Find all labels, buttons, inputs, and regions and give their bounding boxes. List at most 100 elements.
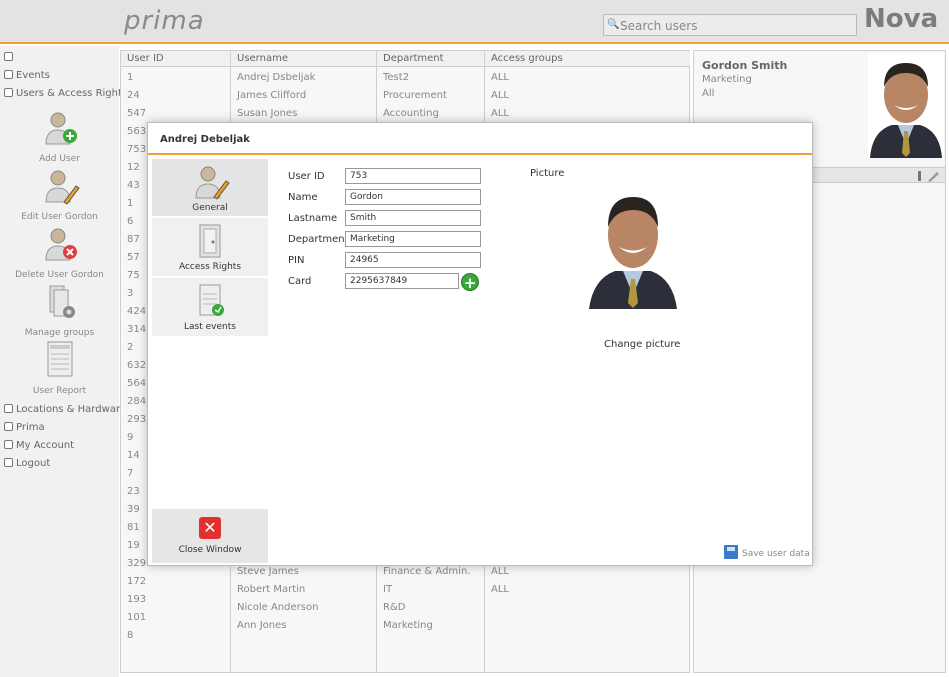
save-user-data-button[interactable]: Save user data xyxy=(724,545,810,559)
table-cell[interactable]: 563 xyxy=(121,126,146,137)
table-cell[interactable]: 6 xyxy=(121,216,133,227)
report-icon xyxy=(38,340,82,380)
table-cell[interactable]: 8 xyxy=(121,630,133,641)
tab-last-events[interactable]: Last events xyxy=(152,278,268,336)
tab-access-rights[interactable]: Access Rights xyxy=(152,218,268,276)
tab-general[interactable]: General xyxy=(152,159,268,216)
event-icon xyxy=(188,282,232,320)
manage-groups-button[interactable]: Manage groups xyxy=(0,282,119,338)
title-divider xyxy=(148,153,812,155)
table-cell[interactable]: IT xyxy=(377,584,392,595)
edit-user-button[interactable]: Edit User Gordon xyxy=(0,166,119,222)
table-cell[interactable]: R&D xyxy=(377,602,405,613)
sidebar-item-events[interactable]: Events xyxy=(4,70,50,86)
table-cell[interactable]: 12 xyxy=(121,162,140,173)
edit-user-icon xyxy=(38,166,82,206)
table-cell[interactable]: Andrej Dsbeljak xyxy=(231,72,315,83)
change-picture-link[interactable]: Change picture xyxy=(604,339,680,350)
table-cell[interactable]: 329 xyxy=(121,558,146,569)
add-card-button[interactable]: + xyxy=(461,273,479,292)
nova-brand: Nova xyxy=(864,4,939,34)
table-cell[interactable]: 19 xyxy=(121,540,140,551)
header-department[interactable]: Department xyxy=(377,51,484,67)
table-cell[interactable]: 14 xyxy=(121,450,140,461)
sidebar-item-my-account[interactable]: My Account xyxy=(4,440,74,456)
lastname-field[interactable]: Smith xyxy=(345,210,481,226)
table-cell[interactable]: 1 xyxy=(121,198,133,209)
table-cell[interactable]: 284 xyxy=(121,396,146,407)
table-cell[interactable]: 547 xyxy=(121,108,146,119)
name-field[interactable]: Gordon xyxy=(345,189,481,205)
department-field[interactable]: Marketing xyxy=(345,231,481,247)
table-cell[interactable]: Susan Jones xyxy=(231,108,297,119)
table-cell[interactable]: Procurement xyxy=(377,90,447,101)
table-cell[interactable]: 24 xyxy=(121,90,140,101)
table-cell[interactable]: 564 xyxy=(121,378,146,389)
search-input[interactable]: Search users xyxy=(620,19,697,33)
table-cell[interactable]: 172 xyxy=(121,576,146,587)
checkbox-icon xyxy=(4,440,13,449)
edit-tools-icon[interactable] xyxy=(916,170,942,182)
table-cell[interactable]: ALL xyxy=(485,566,509,577)
table-cell[interactable]: 75 xyxy=(121,270,140,281)
sidebar-item-blank[interactable] xyxy=(4,52,16,68)
table-cell[interactable]: ALL xyxy=(485,584,509,595)
add-user-button[interactable]: Add User xyxy=(0,108,119,164)
detail-name: Gordon Smith xyxy=(702,59,788,72)
door-icon xyxy=(188,222,232,260)
close-icon: ✕ xyxy=(199,517,221,539)
table-cell[interactable]: James Clifford xyxy=(231,90,306,101)
table-cell[interactable]: Ann Jones xyxy=(231,620,286,631)
table-cell[interactable]: ALL xyxy=(485,90,509,101)
table-cell[interactable]: Steve James xyxy=(231,566,299,577)
table-cell[interactable]: 193 xyxy=(121,594,146,605)
user-report-button[interactable]: User Report xyxy=(0,340,119,396)
table-cell[interactable]: 753 xyxy=(121,144,146,155)
table-cell[interactable]: ALL xyxy=(485,72,509,83)
table-cell[interactable]: 87 xyxy=(121,234,140,245)
delete-user-button[interactable]: Delete User Gordon xyxy=(0,224,119,280)
edit-user-icon xyxy=(188,163,232,201)
user-id-field[interactable]: 753 xyxy=(345,168,481,184)
pin-label: PIN xyxy=(288,255,305,266)
edit-user-label: Edit User Gordon xyxy=(21,212,98,222)
header-user-id[interactable]: User ID xyxy=(121,51,230,67)
sidebar-item-locations-hardware[interactable]: Locations & Hardware xyxy=(4,404,126,420)
table-cell[interactable]: 57 xyxy=(121,252,140,263)
sidebar-item-prima[interactable]: Prima xyxy=(4,422,45,438)
table-cell[interactable]: 81 xyxy=(121,522,140,533)
table-cell[interactable]: 632 xyxy=(121,360,146,371)
picture-label: Picture xyxy=(530,168,565,179)
table-cell[interactable]: 1 xyxy=(121,72,133,83)
table-cell[interactable]: 7 xyxy=(121,468,133,479)
table-cell[interactable]: Marketing xyxy=(377,620,433,631)
sidebar-item-users-access-rights[interactable]: Users & Access Rights xyxy=(4,88,127,104)
binoculars-icon: 🔍 xyxy=(607,19,620,30)
table-cell[interactable]: 293 xyxy=(121,414,146,425)
pin-field[interactable]: 24965 xyxy=(345,252,481,268)
header-username[interactable]: Username xyxy=(231,51,376,67)
prima-logo: prima xyxy=(124,6,205,36)
table-cell[interactable]: ALL xyxy=(485,108,509,119)
sidebar-item-logout[interactable]: Logout xyxy=(4,458,50,474)
search-users-field[interactable]: 🔍 Search users xyxy=(603,14,857,36)
table-cell[interactable]: 43 xyxy=(121,180,140,191)
table-cell[interactable]: 2 xyxy=(121,342,133,353)
header-access-groups[interactable]: Access groups xyxy=(485,51,690,67)
table-cell[interactable]: 101 xyxy=(121,612,146,623)
table-cell[interactable]: 39 xyxy=(121,504,140,515)
table-cell[interactable]: Nicole Anderson xyxy=(231,602,318,613)
table-cell[interactable]: 9 xyxy=(121,432,133,443)
detail-group: All xyxy=(702,88,715,99)
close-window-button[interactable]: ✕ Close Window xyxy=(152,509,268,563)
table-cell[interactable]: 3 xyxy=(121,288,133,299)
table-cell[interactable]: 424 xyxy=(121,306,146,317)
table-cell[interactable]: Robert Martin xyxy=(231,584,305,595)
card-field[interactable]: 2295637849 xyxy=(345,273,459,289)
table-cell[interactable]: Test2 xyxy=(377,72,409,83)
table-cell[interactable]: Accounting xyxy=(377,108,439,119)
manage-groups-label: Manage groups xyxy=(24,328,95,338)
table-cell[interactable]: 23 xyxy=(121,486,140,497)
table-cell[interactable]: Finance & Admin. xyxy=(377,566,470,577)
table-cell[interactable]: 314 xyxy=(121,324,146,335)
